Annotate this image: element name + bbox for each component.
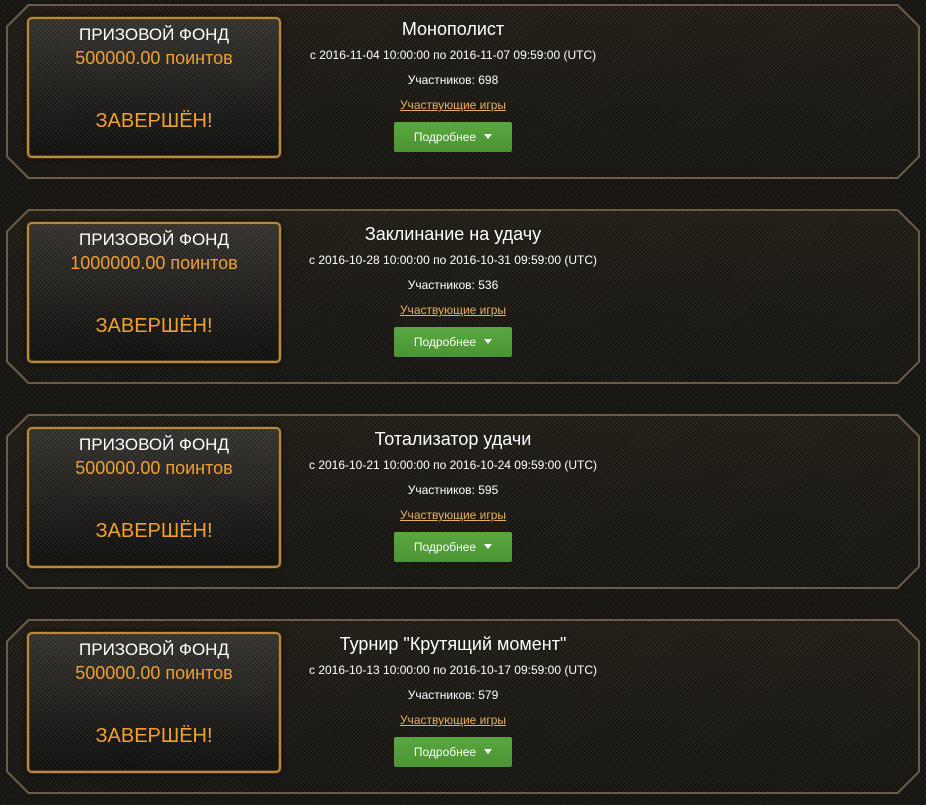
tournament-status: ЗАВЕРШЁН! bbox=[95, 315, 213, 337]
tournament-participants: Участников: 579 bbox=[407, 688, 499, 702]
tournament-participants: Участников: 595 bbox=[407, 483, 499, 497]
more-details-button[interactable]: Подробнее bbox=[394, 122, 512, 152]
participating-games-link[interactable]: Участвующие игры bbox=[286, 302, 620, 318]
caret-down-icon bbox=[484, 544, 493, 550]
more-details-button[interactable]: Подробнее bbox=[394, 532, 512, 562]
tournament-dates: с 2016-10-13 10:00:00 по 2016-10-17 09:5… bbox=[308, 663, 598, 677]
prize-fund-box: ПРИЗОВОЙ ФОНД 500000.00 поинтов ЗАВЕРШЁН… bbox=[27, 632, 281, 773]
tournament-dates: с 2016-10-21 10:00:00 по 2016-10-24 09:5… bbox=[308, 458, 598, 472]
more-details-label: Подробнее bbox=[413, 130, 477, 144]
tournament-card: ПРИЗОВОЙ ФОНД 500000.00 поинтов ЗАВЕРШЁН… bbox=[6, 414, 920, 589]
caret-down-icon bbox=[484, 749, 493, 755]
participating-games-link[interactable]: Участвующие игры bbox=[286, 97, 620, 113]
caret-down-icon bbox=[484, 134, 493, 140]
tournament-status: ЗАВЕРШЁН! bbox=[95, 520, 213, 542]
more-details-label: Подробнее bbox=[413, 745, 477, 759]
tournament-dates: с 2016-10-28 10:00:00 по 2016-10-31 09:5… bbox=[308, 253, 598, 267]
prize-fund-amount: 1000000.00 поинтов bbox=[70, 253, 238, 273]
tournament-dates: с 2016-11-04 10:00:00 по 2016-11-07 09:5… bbox=[309, 48, 597, 62]
tournament-card: ПРИЗОВОЙ ФОНД 500000.00 поинтов ЗАВЕРШЁН… bbox=[6, 619, 920, 794]
tournament-status: ЗАВЕРШЁН! bbox=[95, 110, 213, 132]
prize-fund-box: ПРИЗОВОЙ ФОНД 500000.00 поинтов ЗАВЕРШЁН… bbox=[27, 427, 281, 568]
participating-games-link[interactable]: Участвующие игры bbox=[286, 507, 620, 523]
tournament-participants: Участников: 536 bbox=[407, 278, 499, 292]
tournament-participants: Участников: 698 bbox=[407, 73, 499, 87]
more-details-label: Подробнее bbox=[413, 540, 477, 554]
prize-fund-title: ПРИЗОВОЙ ФОНД bbox=[79, 640, 229, 659]
prize-fund-title: ПРИЗОВОЙ ФОНД bbox=[79, 230, 229, 249]
prize-fund-title: ПРИЗОВОЙ ФОНД bbox=[79, 25, 229, 44]
prize-fund-amount: 500000.00 поинтов bbox=[75, 663, 233, 683]
tournament-name: Турнир "Крутящий момент" bbox=[339, 634, 567, 654]
caret-down-icon bbox=[484, 339, 493, 345]
more-details-button[interactable]: Подробнее bbox=[394, 327, 512, 357]
prize-fund-title: ПРИЗОВОЙ ФОНД bbox=[79, 435, 229, 454]
participating-games-link[interactable]: Участвующие игры bbox=[286, 712, 620, 728]
tournament-name: Монополист bbox=[401, 19, 505, 39]
tournament-name: Тотализатор удачи bbox=[374, 429, 532, 449]
prize-fund-amount: 500000.00 поинтов bbox=[75, 48, 233, 68]
prize-fund-box: ПРИЗОВОЙ ФОНД 1000000.00 поинтов ЗАВЕРШЁ… bbox=[27, 222, 281, 363]
tournament-card: ПРИЗОВОЙ ФОНД 500000.00 поинтов ЗАВЕРШЁН… bbox=[6, 4, 920, 179]
prize-fund-box: ПРИЗОВОЙ ФОНД 500000.00 поинтов ЗАВЕРШЁН… bbox=[27, 17, 281, 158]
tournament-name: Заклинание на удачу bbox=[364, 224, 542, 244]
prize-fund-amount: 500000.00 поинтов bbox=[75, 458, 233, 478]
tournament-card: ПРИЗОВОЙ ФОНД 1000000.00 поинтов ЗАВЕРШЁ… bbox=[6, 209, 920, 384]
more-details-button[interactable]: Подробнее bbox=[394, 737, 512, 767]
more-details-label: Подробнее bbox=[413, 335, 477, 349]
tournament-status: ЗАВЕРШЁН! bbox=[95, 725, 213, 747]
